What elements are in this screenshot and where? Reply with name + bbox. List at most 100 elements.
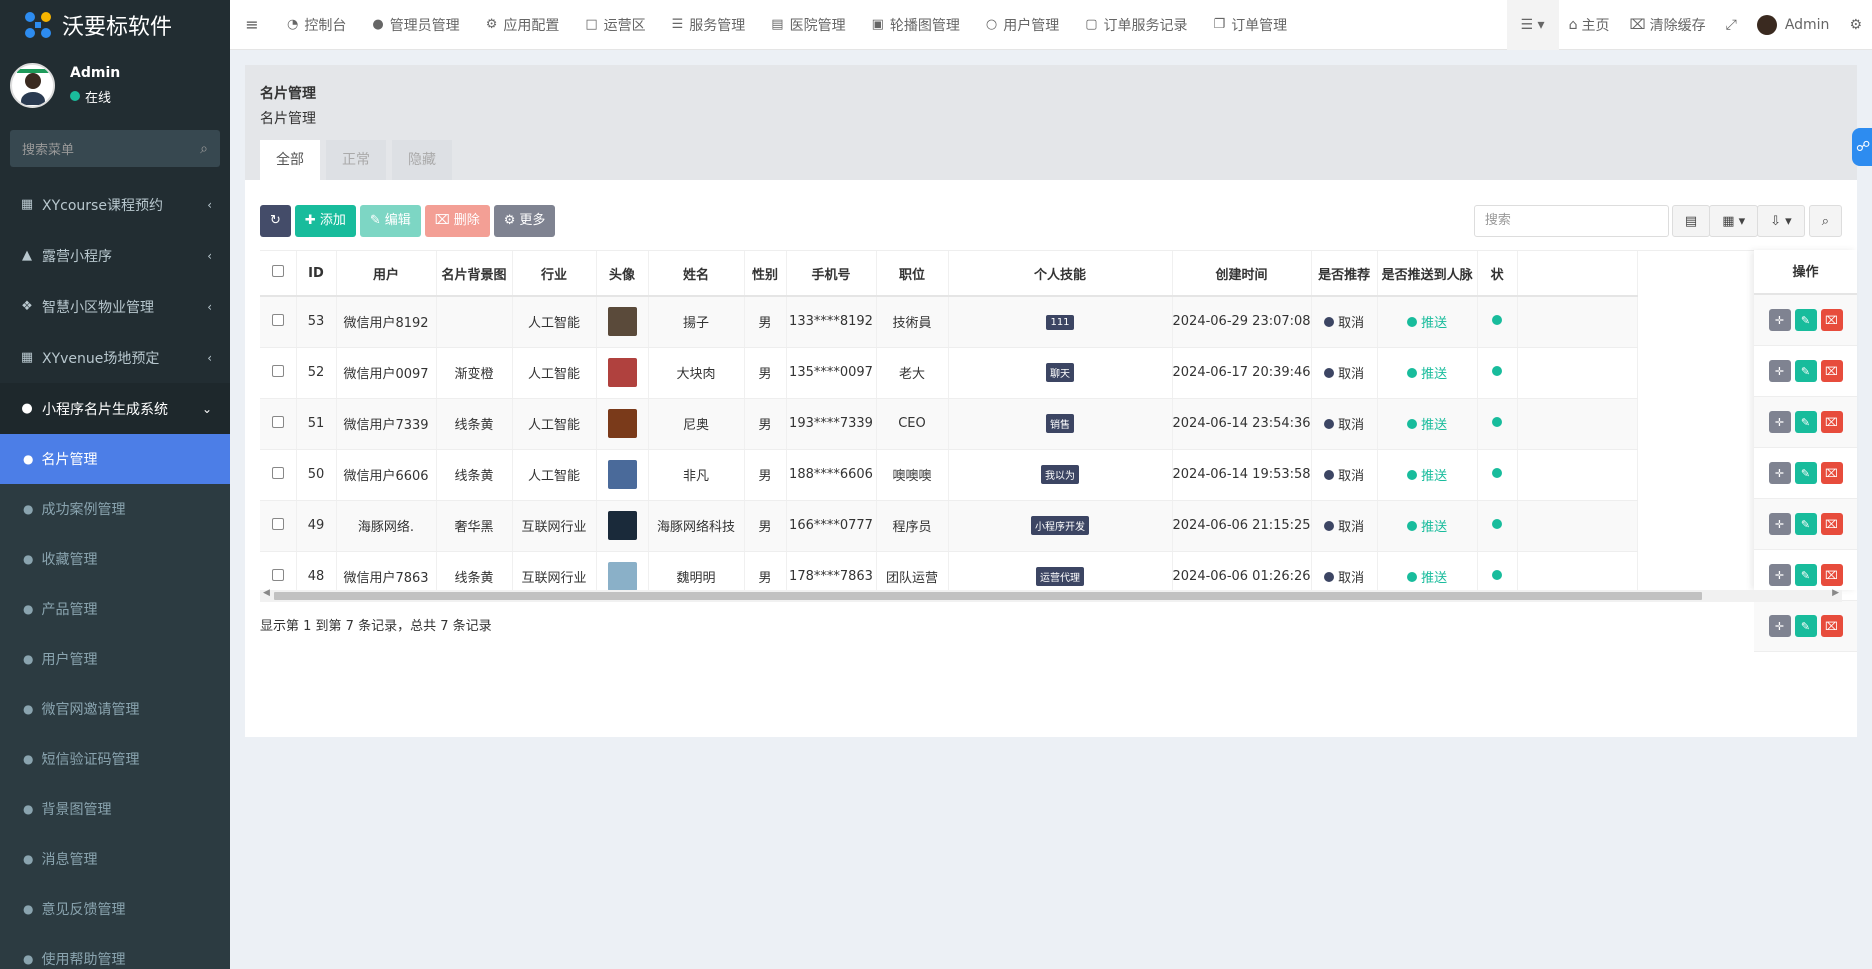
edit-row-button[interactable]: ✎ bbox=[1794, 462, 1817, 484]
cell-avatar[interactable] bbox=[596, 449, 649, 501]
toggle-view-button[interactable]: ▤ bbox=[1671, 205, 1711, 237]
clear-cache-button[interactable]: ⌧ 清除缓存 bbox=[1619, 0, 1715, 50]
nav-carousel[interactable]: ▣ 轮播图管理 bbox=[859, 0, 973, 50]
cell-push[interactable]: 推送 bbox=[1377, 296, 1478, 348]
cell-recommend[interactable]: 取消 bbox=[1311, 449, 1378, 501]
nav-operations[interactable]: □ 运营区 bbox=[572, 0, 658, 50]
nav-app-config[interactable]: ⚙ 应用配置 bbox=[473, 0, 573, 50]
avatar-thumbnail[interactable] bbox=[607, 307, 637, 337]
delete-row-button[interactable]: ⌧ bbox=[1820, 411, 1843, 433]
logo[interactable]: 沃要标软件 bbox=[0, 0, 230, 50]
drag-move-icon[interactable]: ✛ bbox=[1768, 462, 1791, 484]
sidebar-subitem-products[interactable]: ● 产品管理 bbox=[0, 584, 230, 634]
sidebar-subitem-help[interactable]: ● 使用帮助管理 bbox=[0, 934, 230, 969]
drag-move-icon[interactable]: ✛ bbox=[1768, 615, 1791, 637]
col-header[interactable]: 个人技能 bbox=[948, 251, 1173, 297]
advanced-search-button[interactable]: ⌕ bbox=[1808, 205, 1842, 237]
scroll-right-icon[interactable]: ▶ bbox=[1832, 588, 1839, 598]
table-row[interactable]: 51 微信用户7339 线条黄 人工智能 尼奥男 193****7339 CEO 销售 2024… bbox=[260, 398, 1638, 450]
nav-hospitals[interactable]: ▤ 医院管理 bbox=[758, 0, 858, 50]
scrollbar-thumb[interactable] bbox=[274, 592, 1702, 600]
sidebar-subitem-favorites[interactable]: ● 收藏管理 bbox=[0, 534, 230, 584]
sidebar-subitem-feedback[interactable]: ● 意见反馈管理 bbox=[0, 884, 230, 934]
delete-row-button[interactable]: ⌧ bbox=[1820, 564, 1843, 586]
edit-row-button[interactable]: ✎ bbox=[1794, 513, 1817, 535]
row-checkbox[interactable] bbox=[260, 398, 297, 450]
cell-push[interactable]: 推送 bbox=[1377, 347, 1478, 399]
delete-button[interactable]: ⌧ 删除 bbox=[424, 205, 490, 237]
table-search-input[interactable]: 搜索 bbox=[1473, 205, 1669, 237]
avatar-thumbnail[interactable] bbox=[607, 460, 637, 489]
col-header[interactable]: 手机号 bbox=[786, 251, 877, 297]
edit-button[interactable]: ✎ 编辑 bbox=[359, 205, 421, 237]
delete-row-button[interactable]: ⌧ bbox=[1820, 360, 1843, 382]
sidebar-search-input[interactable]: 搜索菜单 bbox=[22, 139, 200, 158]
cell-recommend[interactable]: 取消 bbox=[1311, 398, 1378, 450]
col-header[interactable]: 姓名 bbox=[648, 251, 745, 297]
table-row[interactable]: 48 微信用户7863 线条黄 互联网行业 魏明明男 178****7863 团队运营 运营代… bbox=[260, 551, 1638, 590]
col-header[interactable]: ID bbox=[296, 251, 337, 297]
delete-row-button[interactable]: ⌧ bbox=[1820, 462, 1843, 484]
delete-row-button[interactable]: ⌧ bbox=[1820, 615, 1843, 637]
select-all-checkbox[interactable] bbox=[260, 251, 297, 297]
sidebar-subitem-messages[interactable]: ● 消息管理 bbox=[0, 834, 230, 884]
avatar-thumbnail[interactable] bbox=[607, 511, 637, 540]
sidebar-item-camping[interactable]: ▲ 露营小程序 ‹ bbox=[0, 230, 230, 281]
nav-users[interactable]: ○ 用户管理 bbox=[973, 0, 1072, 50]
floating-link-icon[interactable]: ☍ bbox=[1852, 128, 1872, 166]
sidebar-item-property[interactable]: ❖ 智慧小区物业管理 ‹ bbox=[0, 281, 230, 332]
more-button[interactable]: ⚙ 更多 bbox=[493, 205, 556, 237]
tab-all[interactable]: 全部 bbox=[260, 140, 320, 181]
export-button[interactable]: ⇩ ▾ bbox=[1757, 205, 1805, 237]
col-header[interactable]: 名片背景图 bbox=[436, 251, 513, 297]
table-row[interactable]: 53 微信用户8192 人工智能 揚子男 133****8192 技術員 111 2024-0… bbox=[260, 296, 1638, 348]
settings-gear-icon[interactable]: ⚙ bbox=[1839, 0, 1872, 50]
drag-move-icon[interactable]: ✛ bbox=[1768, 513, 1791, 535]
home-link[interactable]: ⌂ 主页 bbox=[1559, 0, 1620, 50]
search-icon[interactable]: ⌕ bbox=[200, 141, 208, 157]
col-header[interactable]: 性别 bbox=[744, 251, 787, 297]
col-header[interactable]: 是否推荐 bbox=[1311, 251, 1378, 297]
table-row[interactable]: 50 微信用户6606 线条黄 人工智能 非凡男 188****6606 噢噢噢 我以为 202… bbox=[260, 449, 1638, 501]
drag-move-icon[interactable]: ✛ bbox=[1768, 309, 1791, 331]
refresh-button[interactable]: ↻ bbox=[260, 205, 291, 237]
cell-recommend[interactable]: 取消 bbox=[1311, 347, 1378, 399]
tab-normal[interactable]: 正常 bbox=[326, 140, 386, 181]
admin-menu[interactable]: Admin bbox=[1747, 0, 1840, 50]
sidebar-subitem-backgrounds[interactable]: ● 背景图管理 bbox=[0, 784, 230, 834]
edit-row-button[interactable]: ✎ bbox=[1794, 564, 1817, 586]
cell-recommend[interactable]: 取消 bbox=[1311, 500, 1378, 552]
cell-avatar[interactable] bbox=[596, 500, 649, 552]
sidebar-toggle-icon[interactable]: ≡ bbox=[230, 15, 274, 34]
nav-admins[interactable]: ● 管理员管理 bbox=[359, 0, 472, 50]
sidebar-item-venue[interactable]: ▦ XYvenue场地预定 ‹ bbox=[0, 332, 230, 383]
edit-row-button[interactable]: ✎ bbox=[1794, 615, 1817, 637]
avatar-thumbnail[interactable] bbox=[607, 358, 637, 387]
cell-avatar[interactable] bbox=[596, 296, 649, 348]
cell-push[interactable]: 推送 bbox=[1377, 500, 1478, 552]
cell-push[interactable]: 推送 bbox=[1377, 449, 1478, 501]
sidebar-subitem-sms[interactable]: ● 短信验证码管理 bbox=[0, 734, 230, 784]
sidebar-search[interactable]: 搜索菜单 ⌕ bbox=[10, 130, 220, 167]
cell-push[interactable]: 推送 bbox=[1377, 398, 1478, 450]
delete-row-button[interactable]: ⌧ bbox=[1820, 513, 1843, 535]
menu-dropdown-button[interactable]: ☰ ▾ bbox=[1506, 0, 1559, 50]
col-header[interactable]: 是否推送到人脉 bbox=[1377, 251, 1478, 297]
sidebar-item-card-system[interactable]: ● 小程序名片生成系统 ⌄ bbox=[0, 383, 230, 434]
col-header[interactable]: 创建时间 bbox=[1172, 251, 1312, 297]
delete-row-button[interactable]: ⌧ bbox=[1820, 309, 1843, 331]
cell-avatar[interactable] bbox=[596, 347, 649, 399]
row-checkbox[interactable] bbox=[260, 500, 297, 552]
col-header[interactable]: 状 bbox=[1477, 251, 1518, 297]
row-checkbox[interactable] bbox=[260, 449, 297, 501]
avatar-thumbnail[interactable] bbox=[607, 562, 637, 590]
drag-move-icon[interactable]: ✛ bbox=[1768, 411, 1791, 433]
nav-orders[interactable]: ❐ 订单管理 bbox=[1201, 0, 1301, 50]
col-header[interactable]: 用户 bbox=[336, 251, 437, 297]
scroll-left-icon[interactable]: ◀ bbox=[263, 588, 270, 598]
col-header[interactable]: 职位 bbox=[876, 251, 949, 297]
sidebar-subitem-cases[interactable]: ● 成功案例管理 bbox=[0, 484, 230, 534]
col-header[interactable]: 行业 bbox=[512, 251, 597, 297]
tab-hidden[interactable]: 隐藏 bbox=[392, 140, 452, 181]
row-checkbox[interactable] bbox=[260, 296, 297, 348]
